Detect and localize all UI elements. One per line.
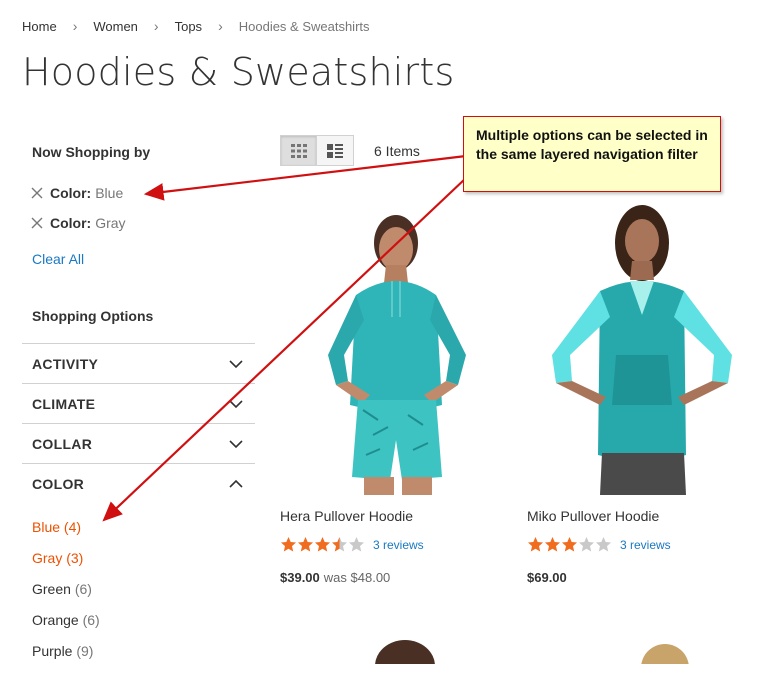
filter-section-label: COLLAR: [32, 435, 93, 452]
rating-stars: [280, 536, 365, 553]
breadcrumb-separator-icon: ›: [72, 18, 78, 34]
breadcrumb-current: Hoodies & Sweatshirts: [238, 18, 370, 34]
product-card[interactable]: [526, 205, 746, 495]
final-price: $69.00: [527, 570, 567, 585]
annotation-callout: Multiple options can be selected in the …: [463, 116, 721, 192]
option-name: Blue: [32, 519, 61, 535]
chevron-up-icon: [229, 479, 243, 488]
option-count: (9): [76, 643, 94, 659]
reviews-link[interactable]: 3 reviews: [373, 538, 424, 552]
filter-section-collar[interactable]: COLLAR: [22, 423, 255, 463]
option-name: Gray: [32, 550, 63, 566]
product-price: $39.00 was $48.00: [280, 570, 390, 585]
option-count: (3): [66, 550, 84, 566]
product-rating: 3 reviews: [280, 536, 424, 553]
remove-filter-icon[interactable]: [30, 186, 44, 200]
product-rating: 3 reviews: [527, 536, 671, 553]
chevron-down-icon: [229, 399, 243, 408]
product-image-partial[interactable]: [630, 632, 700, 664]
filter-section-label: ACTIVITY: [32, 355, 99, 372]
product-image[interactable]: [526, 205, 746, 495]
color-option-blue[interactable]: Blue (4): [32, 519, 100, 550]
breadcrumb-tops[interactable]: Tops: [175, 19, 202, 34]
grid-view-button[interactable]: [280, 135, 317, 166]
reviews-link[interactable]: 3 reviews: [620, 538, 671, 552]
breadcrumb-separator-icon: ›: [153, 18, 159, 34]
color-option-orange[interactable]: Orange (6): [32, 612, 100, 643]
page-title: Hoodies & Sweatshirts: [22, 50, 455, 94]
star-icon: [545, 537, 560, 552]
product-name-link[interactable]: Hera Pullover Hoodie: [280, 508, 413, 524]
chevron-down-icon: [229, 439, 243, 448]
product-image-partial[interactable]: [360, 630, 450, 664]
old-price-value: $48.00: [350, 570, 391, 585]
product-image[interactable]: [278, 205, 498, 495]
breadcrumb-home[interactable]: Home: [22, 19, 57, 34]
items-count: 6 Items: [374, 142, 420, 159]
option-count: (4): [63, 519, 82, 535]
option-name: Orange: [32, 612, 79, 628]
filter-section-color[interactable]: COLOR: [22, 463, 255, 503]
product-price: $69.00: [527, 570, 567, 585]
star-icon: [332, 537, 347, 552]
filter-value: Blue: [95, 185, 124, 201]
final-price: $39.00: [280, 570, 320, 585]
was-label: was: [323, 570, 347, 585]
filter-value: Gray: [95, 215, 126, 231]
filter-section-label: CLIMATE: [32, 395, 96, 412]
filter-section-label: COLOR: [32, 475, 85, 492]
option-count: (6): [74, 581, 92, 597]
color-filter-options: Blue (4) Gray (3) Green (6) Orange (6) P…: [32, 519, 100, 674]
breadcrumb-women[interactable]: Women: [93, 19, 138, 34]
shopping-options-title: Shopping Options: [32, 308, 154, 324]
clear-all-link[interactable]: Clear All: [32, 251, 84, 267]
list-icon: [327, 143, 343, 158]
star-icon: [579, 537, 594, 552]
product-name-link[interactable]: Miko Pullover Hoodie: [527, 508, 659, 524]
star-icon: [528, 537, 543, 552]
star-icon: [349, 537, 364, 552]
product-card[interactable]: [278, 205, 498, 495]
color-option-purple[interactable]: Purple (9): [32, 643, 100, 674]
now-shopping-by-title: Now Shopping by: [32, 144, 151, 160]
product-toolbar: 6 Items: [280, 135, 420, 166]
filter-label: Color:: [50, 215, 92, 231]
remove-filter-icon[interactable]: [30, 216, 44, 230]
breadcrumb-separator-icon: ›: [218, 18, 223, 34]
chevron-down-icon: [229, 359, 243, 368]
star-icon: [562, 537, 577, 552]
list-view-button[interactable]: [317, 135, 354, 166]
star-icon: [298, 537, 313, 552]
option-count: (6): [82, 612, 100, 628]
star-icon: [315, 537, 330, 552]
grid-icon: [290, 143, 307, 158]
rating-stars: [527, 536, 612, 553]
breadcrumb: Home › Women › Tops › Hoodies & Sweatshi…: [22, 18, 370, 34]
filter-accordion: ACTIVITY CLIMATE COLLAR COLOR: [22, 343, 255, 503]
old-price: was $48.00: [324, 570, 391, 585]
color-option-green[interactable]: Green (6): [32, 581, 100, 612]
star-icon: [281, 537, 296, 552]
star-icon: [596, 537, 611, 552]
option-name: Green: [32, 581, 71, 597]
filter-section-activity[interactable]: ACTIVITY: [22, 343, 255, 383]
option-name: Purple: [32, 643, 73, 659]
color-option-gray[interactable]: Gray (3): [32, 550, 100, 581]
active-filter-gray: Color: Gray: [30, 215, 126, 231]
filter-section-climate[interactable]: CLIMATE: [22, 383, 255, 423]
filter-label: Color:: [50, 185, 92, 201]
active-filter-blue: Color: Blue: [30, 185, 123, 201]
